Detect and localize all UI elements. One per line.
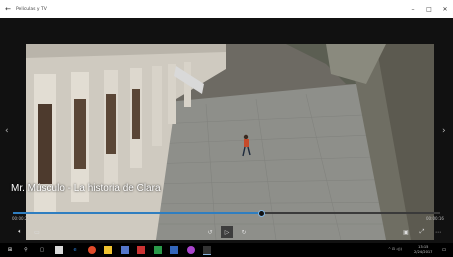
task-view-icon[interactable]: ▢ [38, 246, 46, 254]
play-icon[interactable]: ▷ [221, 226, 233, 238]
volume-icon[interactable]: 🔈︎ [14, 226, 26, 238]
clock[interactable]: 13:15 2/24/2017 [414, 245, 432, 254]
close-button[interactable]: ✕ [437, 0, 453, 18]
next-arrow-icon[interactable]: › [442, 126, 446, 136]
start-icon[interactable]: ⊞ [6, 246, 14, 254]
window-title: Películas y TV [16, 6, 47, 12]
time-elapsed: 00:00:24 [12, 216, 30, 221]
clock-date: 2/24/2017 [414, 249, 433, 254]
app-icon-3[interactable] [154, 246, 162, 254]
time-remaining: 00:00:16 [426, 216, 444, 221]
app-icon-4[interactable] [170, 246, 178, 254]
more-icon[interactable]: ⋯ [432, 226, 444, 238]
miniview-icon[interactable]: ▣ [400, 226, 412, 238]
app-icon-5[interactable] [187, 246, 195, 254]
back-arrow-icon[interactable]: ← [0, 5, 16, 13]
calculator-icon[interactable] [55, 246, 63, 254]
chrome-icon[interactable] [88, 246, 96, 254]
title-bar: ← Películas y TV – □ ✕ [0, 0, 453, 18]
seek-bar-fill [13, 212, 261, 214]
player-stage: ‹ › Mr. Músculo - La historia de Clara [0, 18, 453, 243]
video-caption: Mr. Músculo - La historia de Clara [11, 183, 161, 194]
forward-icon[interactable]: ↻ [238, 226, 250, 238]
seek-bar-thumb[interactable] [257, 210, 265, 217]
file-explorer-icon[interactable] [104, 246, 112, 254]
maximize-button[interactable]: □ [421, 0, 437, 18]
taskbar [0, 243, 453, 257]
app-icon-2[interactable] [137, 246, 145, 254]
tray-icons[interactable]: ^ ⊡ ◁)) [388, 247, 402, 252]
subtitles-icon[interactable]: ▭ [31, 226, 43, 238]
search-icon[interactable]: ⚲ [22, 246, 30, 254]
movies-tv-taskbar-icon[interactable] [203, 246, 211, 255]
video-scene [26, 44, 434, 240]
notifications-icon[interactable]: ▭ [440, 246, 448, 254]
seek-bar[interactable] [13, 210, 440, 217]
app-icon-1[interactable] [121, 246, 129, 254]
minimize-button[interactable]: – [405, 0, 421, 18]
fullscreen-icon[interactable]: ⤢ [416, 226, 428, 238]
rewind-icon[interactable]: ↺ [204, 226, 216, 238]
video-frame[interactable] [26, 44, 434, 240]
previous-arrow-icon[interactable]: ‹ [5, 126, 9, 136]
edge-icon[interactable]: e [71, 246, 79, 254]
